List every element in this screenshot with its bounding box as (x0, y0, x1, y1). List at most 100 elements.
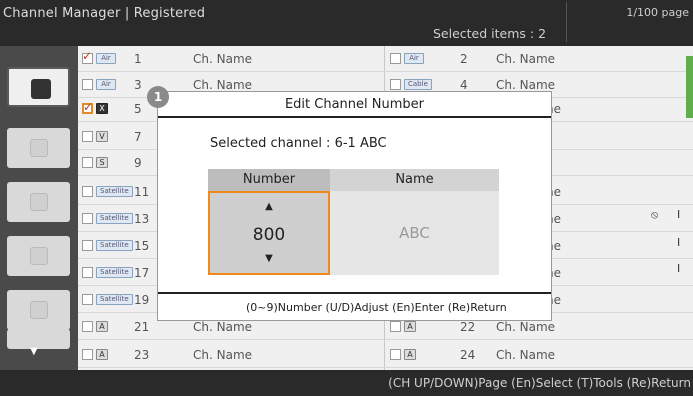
group-marker-icon (30, 301, 48, 319)
channel-type-badge: Satellite (96, 267, 133, 278)
callout-badge: 1 (147, 86, 169, 108)
green-marker (686, 56, 693, 118)
channel-number: 21 (134, 320, 150, 334)
group-column: ▼ (0, 46, 78, 370)
channel-checkbox[interactable] (82, 267, 93, 278)
header-divider (566, 2, 567, 42)
channel-name: Ch. Name (496, 348, 556, 362)
number-value[interactable]: 800 (210, 225, 328, 245)
channel-name: Ch. Name (496, 52, 556, 66)
channel-type-badge: Air (96, 53, 116, 64)
group-tile-1[interactable] (7, 67, 70, 107)
channel-number: 4 (460, 78, 468, 92)
channel-number: 1 (134, 52, 142, 66)
channel-checkbox[interactable] (390, 79, 401, 90)
channel-checkbox[interactable] (82, 157, 93, 168)
group-tile-4[interactable] (7, 236, 70, 276)
channel-number: 11 (134, 185, 150, 199)
channel-checkbox[interactable] (390, 321, 401, 332)
group-marker-icon (30, 193, 48, 211)
number-stepper[interactable]: ▲ 800 ▼ (208, 191, 330, 275)
row-divider (78, 339, 693, 340)
selected-channel-label: Selected channel : 6-1 ABC (210, 136, 387, 151)
channel-row-left-11[interactable]: A 23 Ch. Name (78, 344, 382, 366)
channel-type-badge: A (96, 349, 108, 360)
selected-items-count: Selected items : 2 (433, 26, 547, 41)
group-tile-2[interactable] (7, 128, 70, 168)
channel-row-right-0[interactable]: Air 2 Ch. Name (386, 48, 690, 70)
channel-number: 13 (134, 212, 150, 226)
up-arrow-icon[interactable]: ▲ (210, 201, 328, 212)
channel-type-badge: A (404, 349, 416, 360)
dialog-hint: (0~9)Number (U/D)Adjust (En)Enter (Re)Re… (246, 301, 507, 314)
channel-type-badge: Satellite (96, 294, 133, 305)
group-tile-6[interactable] (7, 329, 70, 349)
channel-number: 23 (134, 348, 150, 362)
channel-type-badge: Satellite (96, 213, 133, 224)
edit-icon: I (677, 208, 681, 221)
channel-checkbox[interactable] (390, 349, 401, 360)
channel-checkbox[interactable] (82, 321, 93, 332)
channel-number: 19 (134, 293, 150, 307)
channel-number: 5 (134, 102, 142, 116)
mute-icon: ⦸ (651, 208, 659, 221)
row-divider (78, 71, 693, 72)
channel-checkbox[interactable] (82, 240, 93, 251)
channel-type-badge: X (96, 103, 108, 114)
channel-checkbox[interactable] (82, 131, 93, 142)
channel-checkbox[interactable] (82, 294, 93, 305)
page-indicator: 1/100 page (626, 6, 689, 19)
name-column-header: Name (330, 169, 499, 191)
channel-type-badge: A (404, 321, 416, 332)
header-bar: Channel Manager | Registered Selected it… (0, 0, 693, 46)
channel-type-badge: Air (96, 79, 116, 90)
channel-number: 22 (460, 320, 476, 334)
channel-type-badge: V (96, 131, 108, 142)
group-marker-icon (30, 139, 48, 157)
channel-checkbox[interactable] (82, 349, 93, 360)
channel-number: 2 (460, 52, 468, 66)
footer-hint: (CH UP/DOWN)Page (En)Select (T)Tools (Re… (388, 376, 691, 390)
channel-name-value: ABC (330, 191, 499, 275)
channel-number: 17 (134, 266, 150, 280)
channel-checkbox[interactable] (82, 213, 93, 224)
edit-channel-dialog: Edit Channel Number Selected channel : 6… (158, 92, 551, 320)
group-marker-icon (31, 79, 51, 99)
dialog-title: Edit Channel Number (158, 92, 551, 118)
channel-checkbox[interactable] (82, 49, 93, 64)
channel-number: 24 (460, 348, 476, 362)
channel-name: Ch. Name (193, 52, 253, 66)
channel-name: Ch. Name (496, 320, 556, 334)
channel-name: Ch. Name (496, 78, 556, 92)
channel-type-badge: Cable (404, 79, 432, 90)
channel-number: 7 (134, 130, 142, 144)
channel-type-badge: A (96, 321, 108, 332)
channel-row-left-0[interactable]: Air 1 Ch. Name (78, 48, 382, 70)
dialog-divider (158, 292, 551, 294)
channel-name: Ch. Name (193, 320, 253, 334)
app-title: Channel Manager | Registered (3, 6, 206, 21)
channel-type-badge: S (96, 157, 108, 168)
channel-type-badge: Satellite (96, 240, 133, 251)
footer-bar: (CH UP/DOWN)Page (En)Select (T)Tools (Re… (0, 370, 693, 396)
channel-row-right-11[interactable]: A 24 Ch. Name (386, 344, 690, 366)
scroll-down-icon[interactable]: ▼ (30, 346, 38, 357)
down-arrow-icon[interactable]: ▼ (210, 253, 328, 264)
row-divider (78, 367, 693, 368)
channel-number: 9 (134, 156, 142, 170)
channel-number: 15 (134, 239, 150, 253)
channel-checkbox[interactable] (82, 100, 93, 114)
channel-checkbox[interactable] (82, 186, 93, 197)
channel-type-badge: Satellite (96, 186, 133, 197)
group-tile-3[interactable] (7, 182, 70, 222)
channel-checkbox[interactable] (82, 79, 93, 90)
channel-number: 3 (134, 78, 142, 92)
channel-name: Ch. Name (193, 78, 253, 92)
channel-checkbox[interactable] (390, 53, 401, 64)
edit-icon: I (677, 236, 681, 249)
edit-icon: I (677, 262, 681, 275)
group-tile-5[interactable] (7, 290, 70, 330)
channel-type-badge: Air (404, 53, 424, 64)
number-column-header: Number (208, 169, 330, 191)
channel-name: Ch. Name (193, 348, 253, 362)
